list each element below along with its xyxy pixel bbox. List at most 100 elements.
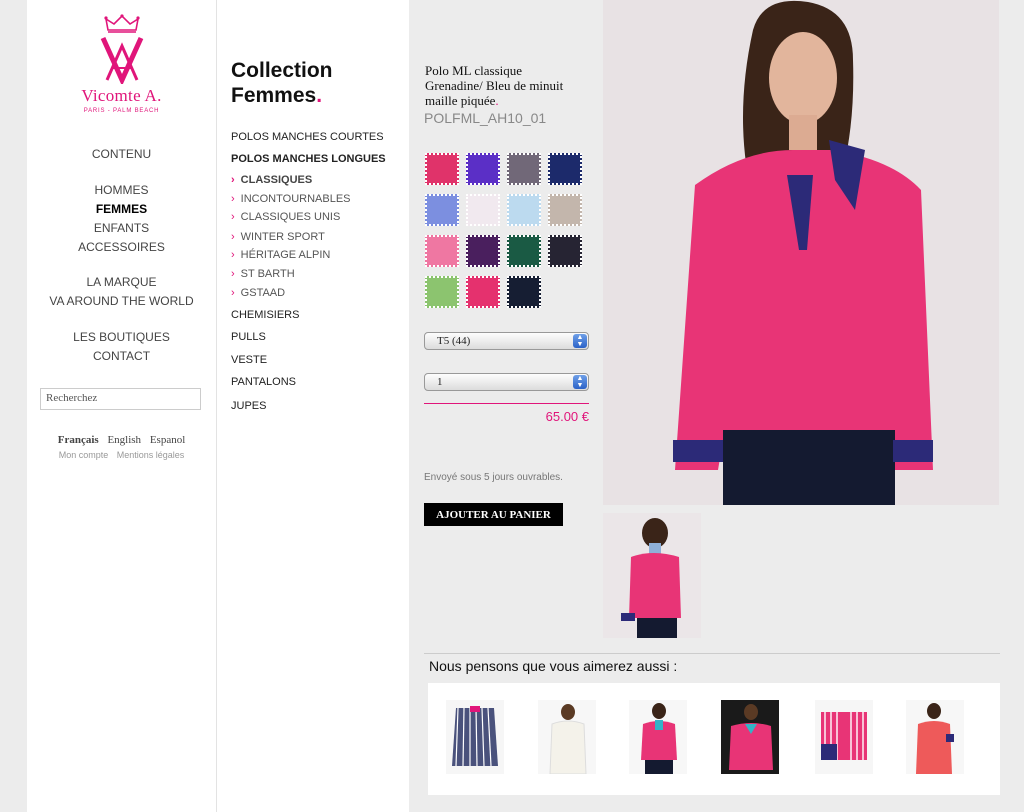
recommendation-item[interactable]: [446, 700, 504, 774]
category-pulls[interactable]: PULLS: [231, 331, 266, 343]
updown-arrows-icon: ▲ ▼: [573, 375, 587, 389]
nav-item-femmes[interactable]: FEMMES: [27, 200, 216, 219]
chevron-right-icon: ›: [231, 174, 235, 186]
color-swatch[interactable]: [425, 194, 459, 226]
subcategory-classiques[interactable]: › CLASSIQUES: [231, 174, 312, 186]
color-swatch[interactable]: [425, 153, 459, 185]
subcategory-incontournables[interactable]: › INCONTOURNABLES: [231, 193, 351, 205]
model-photo: [603, 0, 999, 505]
recommendations-divider: [424, 653, 1000, 654]
subcategory-heritage-alpin[interactable]: › HÉRITAGE ALPIN: [231, 249, 330, 261]
language-switcher: Français English Espanol: [27, 434, 216, 446]
size-select[interactable]: T5 (44) ▲ ▼: [424, 332, 589, 350]
nav-item-contact[interactable]: CONTACT: [27, 347, 216, 366]
collection-title-line2: Femmes: [231, 84, 317, 107]
category-polos-courtes[interactable]: POLOS MANCHES COURTES: [231, 131, 384, 143]
shipping-info: Envoyé sous 5 jours ouvrables.: [424, 472, 563, 483]
nav-item-les-boutiques[interactable]: LES BOUTIQUES: [27, 328, 216, 347]
chevron-right-icon: ›: [231, 268, 235, 280]
subcategory-label: CLASSIQUES UNIS: [240, 211, 341, 223]
product-title-line2: Grenadine/ Bleu de minuit: [425, 78, 564, 93]
color-swatch[interactable]: [425, 276, 459, 308]
product-main-image[interactable]: [603, 0, 999, 505]
product-sku: POLFML_AH10_01: [424, 110, 547, 126]
subcategory-st-barth[interactable]: › ST BARTH: [231, 268, 295, 280]
color-swatch[interactable]: [466, 235, 500, 267]
color-swatch[interactable]: [507, 194, 541, 226]
recommendation-item[interactable]: [815, 700, 873, 774]
quantity-select[interactable]: 1 ▲ ▼: [424, 373, 589, 391]
category-veste[interactable]: VESTE: [231, 354, 267, 366]
color-swatch[interactable]: [466, 276, 500, 308]
color-swatch[interactable]: [548, 235, 582, 267]
color-swatch[interactable]: [507, 276, 541, 308]
category-chemisiers[interactable]: CHEMISIERS: [231, 309, 299, 321]
chevron-right-icon: ›: [231, 211, 235, 223]
category-jupes[interactable]: JUPES: [231, 400, 266, 412]
nav-item-la-marque[interactable]: LA MARQUE: [27, 273, 216, 292]
nav-item-accessoires[interactable]: ACCESSOIRES: [27, 238, 216, 257]
nav-contenu[interactable]: CONTENU: [27, 145, 216, 164]
nav-item-enfants[interactable]: ENFANTS: [27, 219, 216, 238]
color-swatch[interactable]: [507, 153, 541, 185]
recommendation-item[interactable]: [906, 700, 964, 774]
category-column: Collection Femmes. POLOS MANCHES COURTES…: [217, 0, 409, 812]
nav-item-contenu[interactable]: CONTENU: [27, 145, 216, 164]
brand-name: Vicomte A.: [81, 86, 162, 105]
link-mon-compte[interactable]: Mon compte: [59, 450, 109, 460]
subcategory-label: HÉRITAGE ALPIN: [240, 249, 331, 261]
chevron-right-icon: ›: [231, 287, 235, 299]
recommendations-carousel: [428, 683, 1000, 795]
title-dot: .: [495, 93, 499, 108]
pink-striped-shirt-image: [815, 700, 873, 774]
recommendation-item[interactable]: [538, 700, 596, 774]
quantity-select-value: 1: [437, 376, 443, 388]
chevron-right-icon: ›: [231, 231, 235, 243]
subcategory-classiques-unis[interactable]: › CLASSIQUES UNIS: [231, 211, 340, 223]
subcategory-label: CLASSIQUES: [240, 174, 313, 186]
category-pantalons[interactable]: PANTALONS: [231, 376, 296, 388]
size-select-value: T5 (44): [437, 335, 471, 347]
subcategory-gstaad[interactable]: › GSTAAD: [231, 287, 285, 299]
category-polos-longues[interactable]: POLOS MANCHES LONGUES: [231, 153, 386, 165]
language-english[interactable]: English: [107, 434, 141, 446]
add-to-cart-button[interactable]: AJOUTER AU PANIER: [424, 503, 563, 526]
white-sweater-image: [538, 700, 596, 774]
brand-tagline: PARIS - PALM BEACH: [83, 108, 160, 114]
color-swatch[interactable]: [466, 153, 500, 185]
brand-logo[interactable]: Vicomte A. PARIS - PALM BEACH: [27, 14, 216, 114]
color-swatches: [425, 153, 593, 311]
subcategory-winter-sport[interactable]: › WINTER SPORT: [231, 231, 325, 243]
nav-group-categories: HOMMES FEMMES ENFANTS ACCESSOIRES: [27, 181, 216, 257]
nav-item-va-around-the-world[interactable]: VA AROUND THE WORLD: [27, 292, 216, 311]
language-espanol[interactable]: Espanol: [150, 434, 185, 446]
product-title: Polo ML classique Grenadine/ Bleu de min…: [425, 63, 595, 108]
recommendation-item[interactable]: [721, 700, 779, 774]
coral-polo-image: [906, 700, 964, 774]
collection-title: Collection Femmes.: [231, 58, 333, 108]
recommendation-item[interactable]: [629, 700, 687, 774]
chevron-right-icon: ›: [231, 249, 235, 261]
subcategory-label: GSTAAD: [240, 287, 286, 299]
search-input[interactable]: Recherchez: [40, 388, 201, 410]
account-links: Mon compte Mentions légales: [27, 450, 216, 460]
color-swatch[interactable]: [425, 235, 459, 267]
updown-arrows-icon: ▲ ▼: [573, 334, 587, 348]
color-swatch[interactable]: [466, 194, 500, 226]
color-swatch[interactable]: [507, 235, 541, 267]
price-divider: [424, 403, 589, 404]
title-dot: .: [316, 84, 323, 107]
subcategory-label: WINTER SPORT: [240, 231, 325, 243]
chevron-right-icon: ›: [231, 193, 235, 205]
nav-item-hommes[interactable]: HOMMES: [27, 181, 216, 200]
link-mentions-legales[interactable]: Mentions légales: [117, 450, 185, 460]
color-swatch[interactable]: [548, 194, 582, 226]
nav-group-contact: LES BOUTIQUES CONTACT: [27, 328, 216, 366]
monogram-icon: [100, 36, 143, 84]
color-swatch[interactable]: [548, 153, 582, 185]
product-thumbnail-back[interactable]: [603, 513, 701, 638]
recommendations-title: Nous pensons que vous aimerez aussi :: [429, 658, 678, 674]
language-francais[interactable]: Français: [58, 434, 99, 446]
left-column: Vicomte A. PARIS - PALM BEACH CONTENU HO…: [27, 0, 217, 812]
pink-polo-image: [629, 700, 687, 774]
